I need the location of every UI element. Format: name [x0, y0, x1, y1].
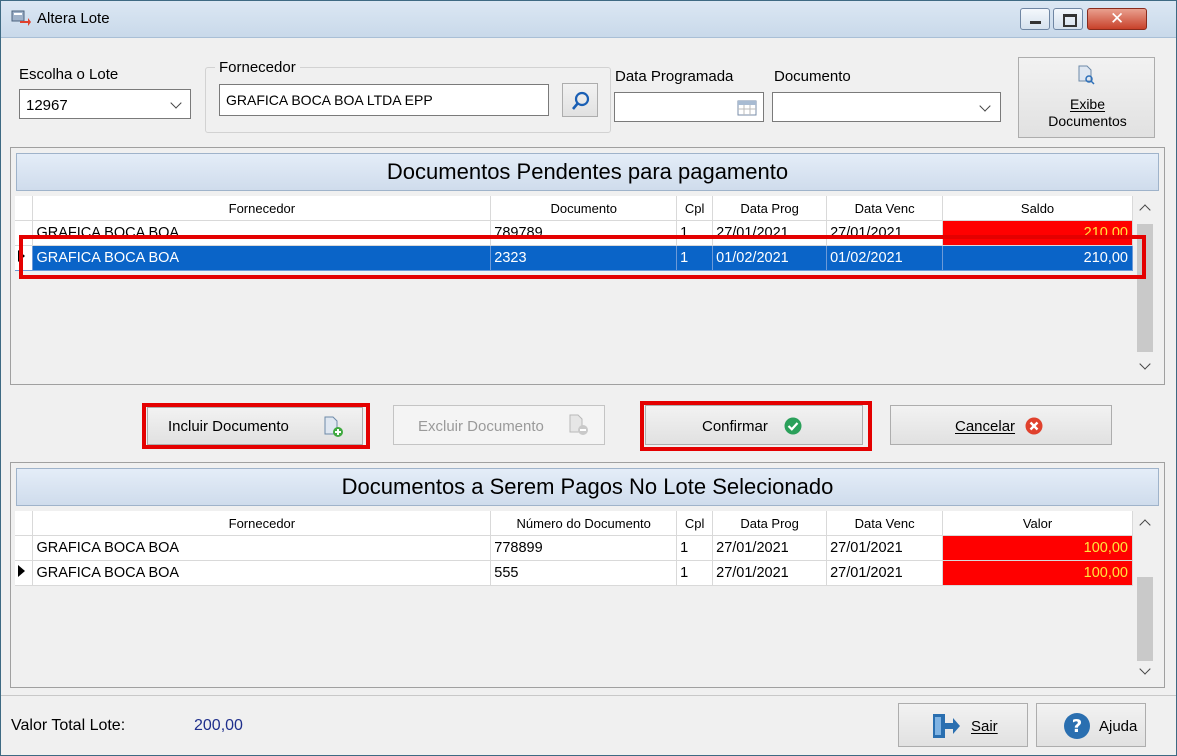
- sair-button[interactable]: Sair: [898, 703, 1028, 747]
- data-programada-field[interactable]: [614, 92, 764, 122]
- search-icon: [572, 91, 590, 110]
- data-programada-label: Data Programada: [615, 68, 734, 85]
- documento-label: Documento: [774, 68, 851, 85]
- search-fornecedor-button[interactable]: [562, 83, 598, 117]
- ajuda-button[interactable]: ? Ajuda: [1036, 703, 1146, 747]
- close-button[interactable]: ✕: [1087, 8, 1147, 30]
- fornecedor-field[interactable]: GRAFICA BOCA BOA LTDA EPP: [219, 84, 549, 116]
- exibe-documentos-button[interactable]: Exibe Documentos: [1018, 57, 1155, 138]
- close-icon: ✕: [1110, 9, 1125, 28]
- lote-value: 12967: [26, 97, 68, 114]
- col-data-prog[interactable]: Data Prog: [712, 196, 828, 221]
- table-header-row: Fornecedor Número do Documento Cpl Data …: [15, 511, 1133, 536]
- cell-fornecedor: GRAFICA BOCA BOA: [32, 560, 492, 586]
- cancelar-button[interactable]: Cancelar: [890, 405, 1112, 445]
- help-icon: ?: [1064, 713, 1090, 739]
- col-data-prog[interactable]: Data Prog: [712, 511, 828, 536]
- col-valor[interactable]: Valor: [942, 511, 1133, 536]
- pending-scrollbar[interactable]: [1135, 196, 1155, 380]
- altera-lote-window: Altera Lote ✕ Escolha o Lote 12967 Forne…: [0, 0, 1177, 756]
- chevron-up-icon[interactable]: [1139, 519, 1151, 531]
- cell-data-venc: 27/01/2021: [826, 535, 944, 561]
- cell-cpl: 1: [676, 535, 714, 561]
- cell-data-prog: 27/01/2021: [712, 560, 828, 586]
- sair-label: Sair: [971, 718, 998, 735]
- col-data-venc[interactable]: Data Venc: [826, 511, 944, 536]
- lote-label: Escolha o Lote: [19, 66, 119, 83]
- chevron-down-icon: [170, 97, 182, 109]
- excluir-documento-button[interactable]: Excluir Documento: [393, 405, 605, 445]
- fornecedor-value: GRAFICA BOCA BOA LTDA EPP: [226, 92, 433, 108]
- ajuda-label: Ajuda: [1099, 718, 1138, 735]
- table-header-row: Fornecedor Documento Cpl Data Prog Data …: [15, 196, 1133, 221]
- cell-valor: 100,00: [942, 535, 1133, 561]
- chevron-down-icon[interactable]: [1139, 358, 1151, 370]
- minimize-icon: [1030, 21, 1041, 24]
- cell-data-venc: 27/01/2021: [826, 560, 944, 586]
- maximize-button[interactable]: [1053, 8, 1083, 30]
- selected-grid[interactable]: Fornecedor Número do Documento Cpl Data …: [15, 511, 1133, 685]
- pending-grid[interactable]: Fornecedor Documento Cpl Data Prog Data …: [15, 196, 1133, 380]
- total-value: 200,00: [194, 717, 243, 734]
- highlight-box: [640, 401, 872, 451]
- svg-text:?: ?: [1072, 716, 1082, 737]
- chevron-down-icon[interactable]: [1139, 663, 1151, 675]
- col-fornecedor[interactable]: Fornecedor: [32, 511, 492, 536]
- cell-documento: 555: [490, 560, 678, 586]
- documento-select[interactable]: [772, 92, 1001, 122]
- total-label: Valor Total Lote:: [11, 717, 126, 734]
- lote-select[interactable]: 12967: [19, 89, 191, 119]
- document-search-icon: [1078, 65, 1095, 85]
- table-row[interactable]: GRAFICA BOCA BOA 778899 1 27/01/2021 27/…: [15, 535, 1133, 561]
- selected-header: Documentos a Serem Pagos No Lote Selecio…: [16, 468, 1159, 506]
- table-row[interactable]: GRAFICA BOCA BOA 555 1 27/01/2021 27/01/…: [15, 560, 1133, 586]
- col-documento[interactable]: Documento: [490, 196, 678, 221]
- selected-scrollbar[interactable]: [1135, 511, 1155, 685]
- excluir-label: Excluir Documento: [418, 418, 544, 435]
- col-numero-documento[interactable]: Número do Documento: [490, 511, 678, 536]
- remove-document-icon: [569, 414, 588, 435]
- selected-table: Fornecedor Número do Documento Cpl Data …: [15, 511, 1133, 586]
- col-data-venc[interactable]: Data Venc: [826, 196, 944, 221]
- fornecedor-label: Fornecedor: [215, 59, 300, 76]
- footer-divider: [1, 695, 1176, 696]
- cancel-icon: [1025, 417, 1043, 435]
- col-cpl[interactable]: Cpl: [676, 196, 714, 221]
- exibe-label: Exibe: [1069, 96, 1106, 112]
- cell-valor: 100,00: [942, 560, 1133, 586]
- maximize-icon: [1063, 14, 1077, 27]
- lote-edit-icon: [11, 10, 31, 26]
- chevron-down-icon: [979, 100, 991, 112]
- chevron-up-icon[interactable]: [1139, 204, 1151, 216]
- minimize-button[interactable]: [1020, 8, 1050, 30]
- highlight-box: [142, 403, 370, 449]
- exit-icon: [933, 714, 960, 738]
- col-fornecedor[interactable]: Fornecedor: [32, 196, 492, 221]
- col-saldo[interactable]: Saldo: [942, 196, 1133, 221]
- highlight-box: [19, 235, 1146, 279]
- cell-cpl: 1: [676, 560, 714, 586]
- col-cpl[interactable]: Cpl: [676, 511, 714, 536]
- cancelar-label: Cancelar: [955, 418, 1016, 435]
- calendar-icon[interactable]: [737, 100, 757, 116]
- cell-fornecedor: GRAFICA BOCA BOA: [32, 535, 492, 561]
- title-bar: Altera Lote ✕: [1, 1, 1176, 38]
- row-indicator-icon: [15, 560, 34, 586]
- cell-data-prog: 27/01/2021: [712, 535, 828, 561]
- window-title: Altera Lote: [37, 10, 110, 27]
- scroll-thumb[interactable]: [1137, 577, 1153, 661]
- cell-documento: 778899: [490, 535, 678, 561]
- documentos-label: Documentos: [1048, 113, 1127, 129]
- pending-header: Documentos Pendentes para pagamento: [16, 153, 1159, 191]
